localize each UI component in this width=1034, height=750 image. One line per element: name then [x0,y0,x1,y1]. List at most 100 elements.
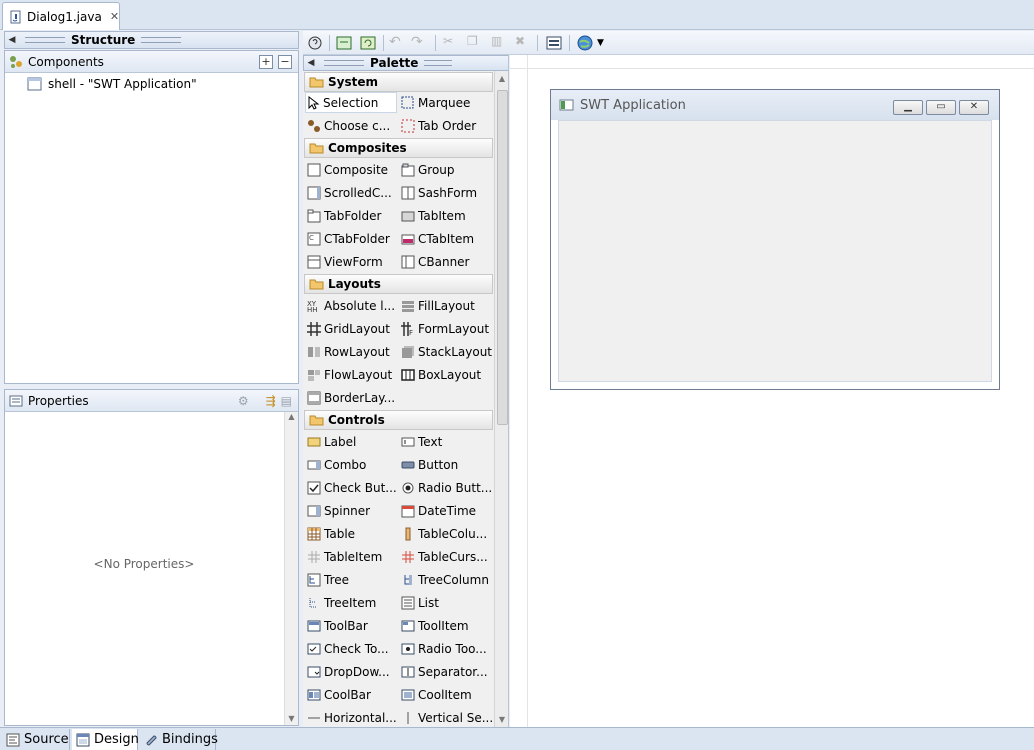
palette-item-check-button[interactable]: Check But... [307,477,397,498]
undo-icon[interactable]: ↶ [389,34,407,52]
palette-item-box-layout[interactable]: BoxLayout [401,364,493,385]
copy-icon[interactable]: ❐ [467,34,485,52]
drag-grip[interactable] [25,37,65,43]
palette-item-tab-item[interactable]: TabItem [401,205,493,226]
palette-item-sash-form[interactable]: SashForm [401,182,493,203]
close-icon[interactable]: ✕ [959,100,989,115]
goto-definition-icon[interactable]: ▤ [281,394,292,408]
collapse-left-icon[interactable]: ◀ [5,35,19,45]
folder-open-icon [309,278,324,290]
paste-icon[interactable]: ▥ [491,34,509,52]
palette-item-ctab-folder[interactable]: C CTabFolder [307,228,397,249]
palette-item-row-layout[interactable]: RowLayout [307,341,397,362]
palette-item-table-column[interactable]: TableColu... [401,523,493,544]
palette-item-absolute-layout[interactable]: XY HH Absolute l... [307,295,397,316]
palette-category-composites[interactable]: Composites [304,138,493,158]
palette-item-grid-layout[interactable]: GridLayout [307,318,397,339]
palette-category-system[interactable]: System [304,72,493,92]
palette-item-button[interactable]: Button [401,454,493,475]
palette-item-horizontal-separator[interactable]: Horizontal... [307,707,397,727]
palette-item-marquee[interactable]: Marquee [401,92,493,113]
scroll-down-icon[interactable]: ▼ [285,714,298,723]
palette-item-table[interactable]: Table [307,523,397,544]
checkbox-icon [307,481,321,495]
palette-item-coolbar[interactable]: CoolBar [307,684,397,705]
collapse-all-icon[interactable]: − [278,54,292,69]
tab-order-icon[interactable] [545,34,563,52]
folder-open-icon [309,414,324,426]
palette-item-separator-tool-item[interactable]: Separator... [401,661,493,682]
palette-item-border-layout[interactable]: BorderLay... [307,387,397,408]
expand-all-icon[interactable]: + [259,54,273,69]
shell-preview[interactable]: SWT Application ▁ ▭ ✕ [550,89,1000,390]
tab-design[interactable]: Design [72,729,139,750]
palette-item-cool-item[interactable]: CoolItem [401,684,493,705]
globe-icon[interactable] [576,34,594,52]
palette-item-text[interactable]: Text [401,431,493,452]
palette-item-toolbar[interactable]: ToolBar [307,615,397,636]
palette-item-label[interactable]: Label [307,431,397,452]
palette-item-table-item[interactable]: TableItem [307,546,397,567]
drag-grip[interactable] [141,37,182,43]
palette-item-form-layout[interactable]: F FormLayout [401,318,493,339]
scroll-down-icon[interactable]: ▼ [495,715,508,724]
collapse-left-icon[interactable]: ◀ [304,58,318,68]
refresh-icon[interactable] [359,34,377,52]
palette-item-vertical-separator[interactable]: Vertical Se... [401,707,493,727]
drag-grip[interactable] [324,60,364,66]
palette-item-flow-layout[interactable]: FlowLayout [307,364,397,385]
palette-item-tool-item[interactable]: ToolItem [401,615,493,636]
show-advanced-icon[interactable]: ⇶ [266,394,276,408]
marquee-icon [401,96,415,110]
palette-item-choose-component[interactable]: Choose c... [307,115,397,136]
tab-source[interactable]: Source [2,729,70,750]
palette-item-composite[interactable]: Composite [307,159,397,180]
structure-header: ◀ Structure [4,31,299,49]
palette-item-list[interactable]: List [401,592,493,613]
editor-tab[interactable]: Dialog1.java ✕ [2,2,120,30]
palette-item-tree-item[interactable]: TreeItem [307,592,397,613]
palette-item-tree[interactable]: Tree [307,569,397,590]
palette-category-layouts[interactable]: Layouts [304,274,493,294]
palette-item-table-cursor[interactable]: TableCurs... [401,546,493,567]
palette-item-spinner[interactable]: Spinner [307,500,397,521]
palette-item-tree-column[interactable]: TreeColumn [401,569,493,590]
palette-item-radio-button[interactable]: Radio Butt... [401,477,493,498]
palette-item-tab-order[interactable]: Tab Order [401,115,493,136]
tab-bindings[interactable]: Bindings [140,729,218,750]
tree-item-shell[interactable]: shell - "SWT Application" [27,77,197,91]
palette-item-dropdown-tool-item[interactable]: DropDow... [307,661,397,682]
show-events-icon[interactable]: ⚙ [238,394,249,408]
palette-item-group[interactable]: Group [401,159,493,180]
palette-item-selection[interactable]: Selection [305,92,397,113]
delete-icon[interactable]: ✖ [515,34,533,52]
palette-item-check-tool-item[interactable]: Check To... [307,638,397,659]
palette-item-combo[interactable]: Combo [307,454,397,475]
maximize-icon[interactable]: ▭ [926,100,956,115]
cut-icon[interactable]: ✂ [443,34,461,52]
chevron-down-icon[interactable]: ▼ [597,34,615,52]
redo-icon[interactable]: ↷ [411,34,429,52]
scroll-thumb[interactable] [497,90,508,425]
palette-scrollbar[interactable]: ▲ ▼ [494,71,508,727]
palette-item-stack-layout[interactable]: StackLayout [401,341,493,362]
close-icon[interactable]: ✕ [110,10,119,23]
palette-item-cbanner[interactable]: CBanner [401,251,493,272]
drag-grip[interactable] [424,60,453,66]
palette-item-view-form[interactable]: ViewForm [307,251,397,272]
palette-item-tab-folder[interactable]: TabFolder [307,205,397,226]
palette-item-datetime[interactable]: DateTime [401,500,493,521]
palette-category-controls[interactable]: Controls [304,410,493,430]
minimize-icon[interactable]: ▁ [893,100,923,115]
scroll-up-icon[interactable]: ▲ [495,74,508,83]
test-preview-icon[interactable] [306,34,324,52]
scroll-up-icon[interactable]: ▲ [285,412,298,421]
properties-scrollbar[interactable]: ▲ ▼ [284,412,298,725]
palette-item-fill-layout[interactable]: FillLayout [401,295,493,316]
palette-item-radio-tool-item[interactable]: Radio Too... [401,638,493,659]
row-layout-icon [307,345,321,359]
palette-item-ctab-item[interactable]: CTabItem [401,228,493,249]
externalize-strings-icon[interactable] [335,34,353,52]
shell-client-area[interactable] [558,120,992,382]
palette-item-scrolled-composite[interactable]: ScrolledC... [307,182,397,203]
